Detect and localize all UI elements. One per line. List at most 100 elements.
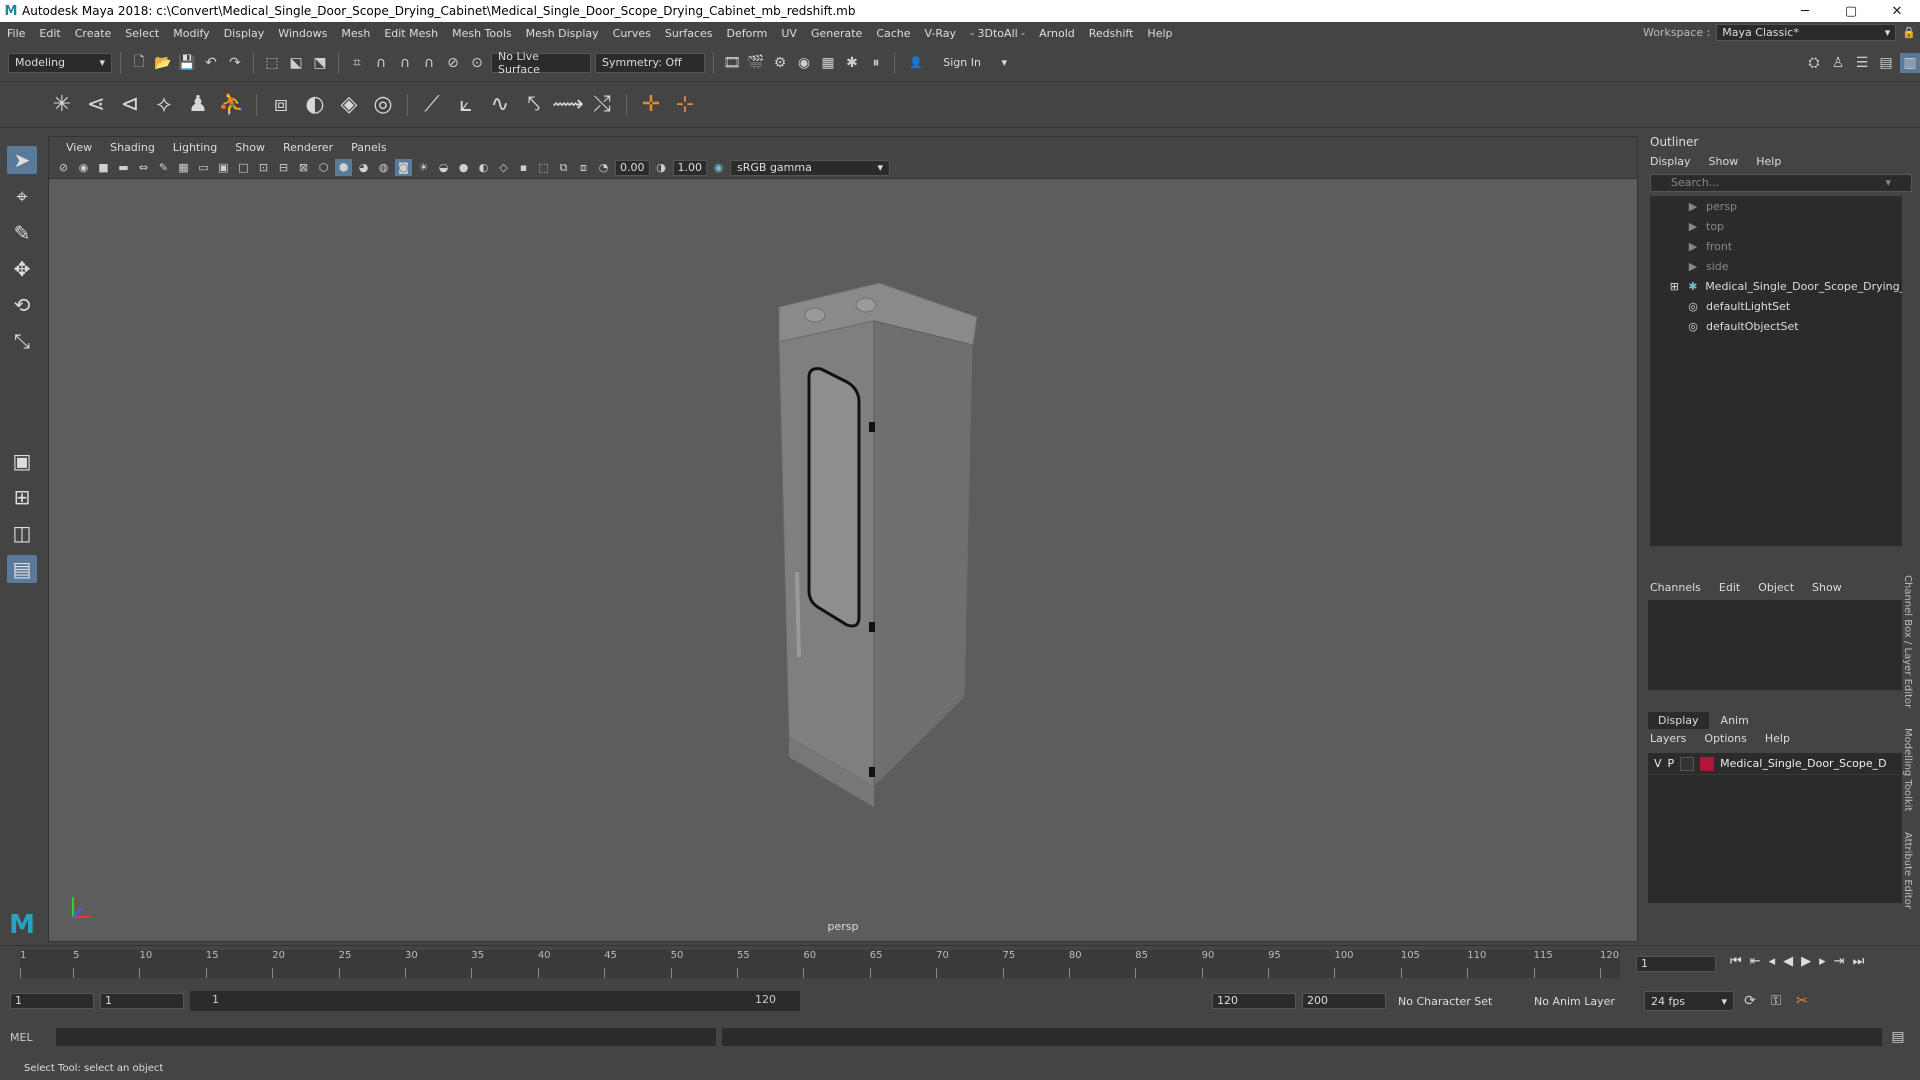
vp-menu-panels[interactable]: Panels	[342, 141, 395, 154]
outliner-search-input[interactable]: Search... ▾	[1650, 174, 1912, 192]
joint-tool-icon[interactable]: ✳	[48, 91, 76, 119]
constraint-icon[interactable]: ⊹	[671, 91, 699, 119]
camera-select-icon[interactable]: ⊘	[55, 159, 72, 176]
layer-menu-help[interactable]: Help	[1765, 732, 1790, 745]
vp-menu-show[interactable]: Show	[226, 141, 274, 154]
vp-menu-view[interactable]: View	[57, 141, 101, 154]
safe-title-icon[interactable]: ⊠	[295, 159, 312, 176]
layer-menu-layers[interactable]: Layers	[1650, 732, 1686, 745]
outliner-item-cabinet[interactable]: ⊞ ✱ Medical_Single_Door_Scope_Drying_Cat	[1650, 276, 1902, 296]
expand-icon[interactable]: ⊞	[1668, 280, 1681, 293]
outliner-item-front[interactable]: ▶ front	[1650, 236, 1902, 256]
layer-type-toggle[interactable]	[1680, 756, 1695, 771]
cabinet-model[interactable]	[729, 247, 989, 887]
modeling-toolkit-icon[interactable]: ⛭	[1804, 53, 1824, 73]
safe-action-icon[interactable]: ⊟	[275, 159, 292, 176]
xray-joints-icon[interactable]: ⧉	[555, 159, 572, 176]
shadows-icon[interactable]: ◒	[435, 159, 452, 176]
blend-shape-icon[interactable]: ◈	[335, 91, 363, 119]
maximize-button[interactable]: ▢	[1828, 4, 1874, 19]
tab-display[interactable]: Display	[1648, 712, 1709, 729]
time-ruler[interactable]: 1 5 10 15 20 25 30 35 40 45 50 55 60 65 70 75 80 85 90 95 10…	[20, 950, 1620, 978]
menu-select[interactable]: Select	[118, 27, 166, 40]
menu-mesh-tools[interactable]: Mesh Tools	[445, 27, 519, 40]
tool-settings-icon[interactable]: ▤	[1876, 53, 1896, 73]
step-back-key-icon[interactable]: ⇤	[1750, 954, 1761, 969]
screen-space-ao-icon[interactable]: ●	[455, 159, 472, 176]
outliner-item-side[interactable]: ▶ side	[1650, 256, 1902, 276]
new-scene-icon[interactable]: 🗋	[129, 53, 149, 73]
bind-skin-icon[interactable]: ⟡	[150, 91, 178, 119]
side-tab-modelling-toolkit[interactable]: Modelling Toolkit	[1902, 728, 1913, 811]
twist-deform-icon[interactable]: ⟿	[552, 91, 584, 119]
minimize-button[interactable]: ─	[1782, 4, 1828, 19]
xray-icon[interactable]: ◙	[395, 159, 412, 176]
channel-menu-object[interactable]: Object	[1758, 581, 1794, 594]
wrap-icon[interactable]: ◎	[369, 91, 397, 119]
resolution-gate-icon[interactable]: ▣	[215, 159, 232, 176]
channel-menu-edit[interactable]: Edit	[1719, 581, 1740, 594]
menu-windows[interactable]: Windows	[271, 27, 334, 40]
move-tool-icon[interactable]: ✥	[7, 255, 37, 283]
menu-vray[interactable]: V-Ray	[918, 27, 964, 40]
fps-dropdown[interactable]: 24 fps ▾	[1644, 991, 1734, 1011]
depth-of-field-icon[interactable]: ▪	[515, 159, 532, 176]
character-controls-icon[interactable]: ♙	[1828, 53, 1848, 73]
color-management-icon[interactable]: ◉	[710, 159, 727, 176]
current-frame-field[interactable]: 1	[1636, 956, 1716, 972]
play-back-icon[interactable]: ◀	[1783, 954, 1793, 969]
grid-icon[interactable]: ▦	[175, 159, 192, 176]
close-button[interactable]: ✕	[1874, 4, 1920, 19]
paint-weights-icon[interactable]: ⟋	[418, 91, 446, 119]
menu-create[interactable]: Create	[68, 27, 119, 40]
anim-prefs-icon[interactable]: ✂	[1792, 991, 1812, 1011]
snap-curve-icon[interactable]: ∩	[371, 53, 391, 73]
bend-deform-icon[interactable]: ⤣	[520, 91, 548, 119]
pause-icon[interactable]: ⏸	[866, 53, 886, 73]
snap-grid-icon[interactable]: ⌗	[347, 53, 367, 73]
select-hierarchy-icon[interactable]: ⬚	[262, 53, 282, 73]
select-component-icon[interactable]: ⬔	[310, 53, 330, 73]
light-editor-icon[interactable]: ✱	[842, 53, 862, 73]
anim-end-field[interactable]: 200	[1302, 993, 1386, 1009]
script-editor-icon[interactable]: ▤	[1888, 1027, 1908, 1047]
outliner-layout-icon[interactable]: ▤	[7, 555, 37, 584]
menu-help[interactable]: Help	[1140, 27, 1179, 40]
grease-pencil-icon[interactable]: ✎	[155, 159, 172, 176]
colorspace-dropdown[interactable]: sRGB gamma ▾	[730, 159, 890, 176]
menu-modify[interactable]: Modify	[166, 27, 216, 40]
layer-menu-options[interactable]: Options	[1704, 732, 1746, 745]
go-to-end-icon[interactable]: ⏭	[1853, 954, 1865, 969]
single-view-icon[interactable]: ▣	[7, 447, 37, 475]
menu-generate[interactable]: Generate	[804, 27, 869, 40]
save-scene-icon[interactable]: 💾	[177, 53, 197, 73]
menu-arnold[interactable]: Arnold	[1032, 27, 1082, 40]
redo-icon[interactable]: ↷	[225, 53, 245, 73]
paint-select-icon[interactable]: ✎	[7, 218, 37, 246]
playback-start-field[interactable]: 1	[100, 993, 184, 1009]
two-view-icon[interactable]: ◫	[7, 519, 37, 547]
menu-curves[interactable]: Curves	[606, 27, 658, 40]
layer-color-swatch[interactable]	[1700, 756, 1715, 771]
snap-vertex-icon[interactable]: ⊙	[467, 53, 487, 73]
menu-edit-mesh[interactable]: Edit Mesh	[377, 27, 445, 40]
lock-icon[interactable]: 🔒	[1902, 26, 1916, 39]
anti-aliasing-icon[interactable]: ◇	[495, 159, 512, 176]
mel-label[interactable]: MEL	[10, 1031, 50, 1044]
menu-cache[interactable]: Cache	[869, 27, 917, 40]
loop-icon[interactable]: ⟳	[1740, 991, 1760, 1011]
human-ik-icon[interactable]: ⛹	[218, 91, 246, 119]
ik-handle-icon[interactable]: ⋖	[82, 91, 110, 119]
four-view-icon[interactable]: ⊞	[7, 483, 37, 511]
curve-deform-icon[interactable]: ∿	[486, 91, 514, 119]
lattice-icon[interactable]: ⧈	[267, 91, 295, 119]
undo-icon[interactable]: ↶	[201, 53, 221, 73]
xray-active-icon[interactable]: ⧈	[575, 159, 592, 176]
auto-key-icon[interactable]: ⚿	[1766, 991, 1786, 1011]
image-plane-icon[interactable]: ▬	[115, 159, 132, 176]
snap-surface-icon[interactable]: ⊘	[443, 53, 463, 73]
lasso-tool-icon[interactable]: ⌖	[7, 182, 37, 210]
menu-surfaces[interactable]: Surfaces	[658, 27, 720, 40]
open-scene-icon[interactable]: 📂	[153, 53, 173, 73]
anim-start-field[interactable]: 1	[10, 993, 94, 1009]
